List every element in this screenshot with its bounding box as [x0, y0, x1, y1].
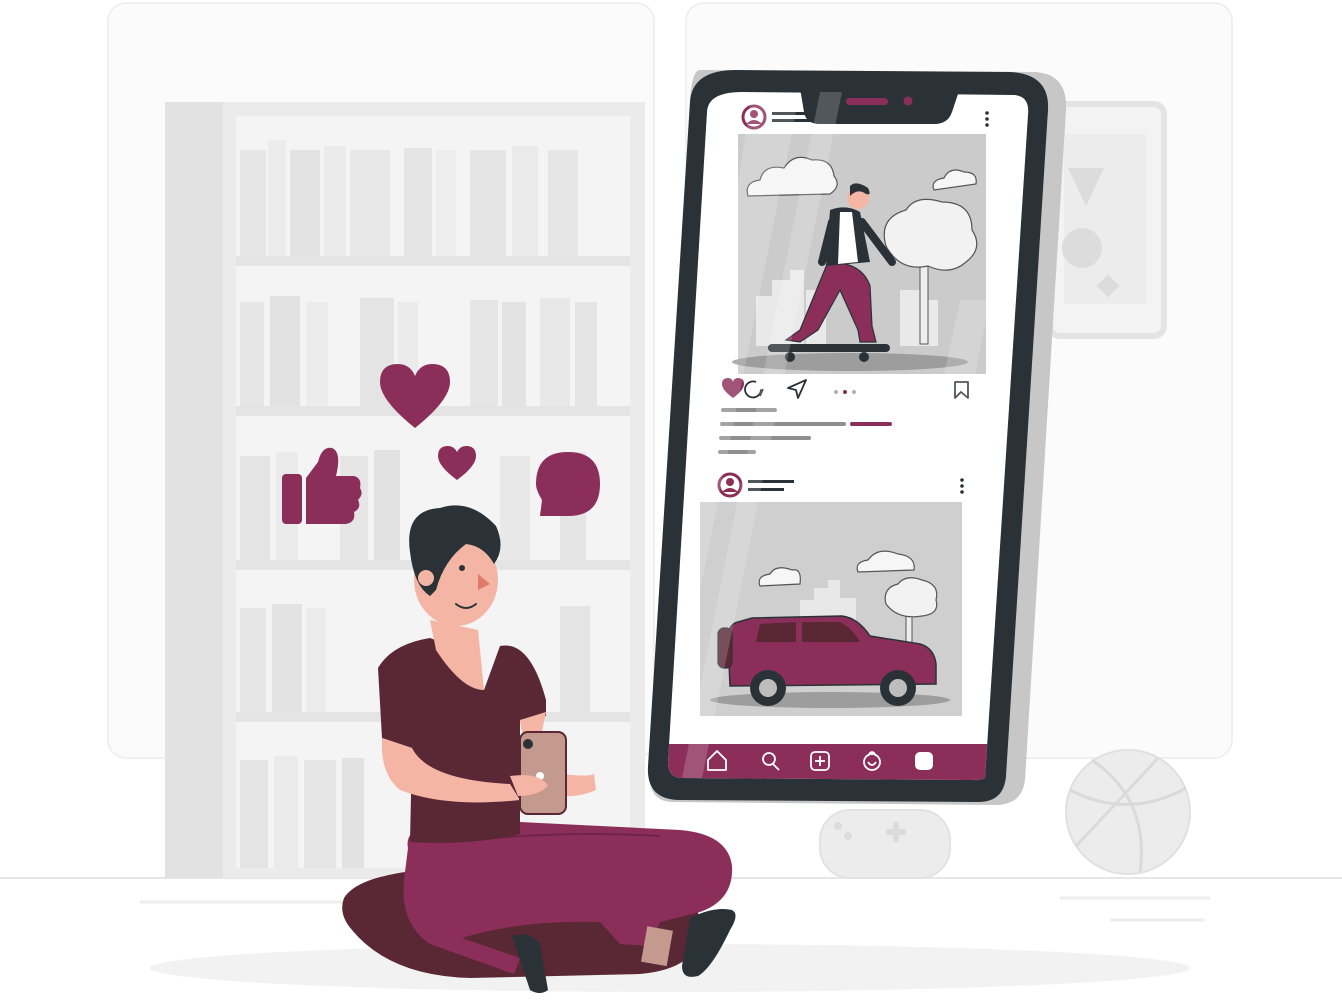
profile-icon[interactable] — [915, 752, 933, 770]
game-controller — [819, 809, 951, 879]
picture-frame — [1047, 101, 1167, 339]
illustration-scene — [0, 2, 1342, 993]
bottom-nav-bar — [668, 744, 1000, 780]
carousel-dots — [834, 390, 856, 394]
hand-phone — [519, 731, 567, 815]
giant-phone — [647, 70, 1067, 805]
book-row — [240, 140, 578, 256]
more-options-icon[interactable] — [960, 478, 964, 494]
person-head — [409, 505, 501, 626]
more-options-icon[interactable] — [985, 111, 989, 127]
speech-bubble-icon — [536, 452, 600, 516]
basketball — [1065, 749, 1191, 875]
